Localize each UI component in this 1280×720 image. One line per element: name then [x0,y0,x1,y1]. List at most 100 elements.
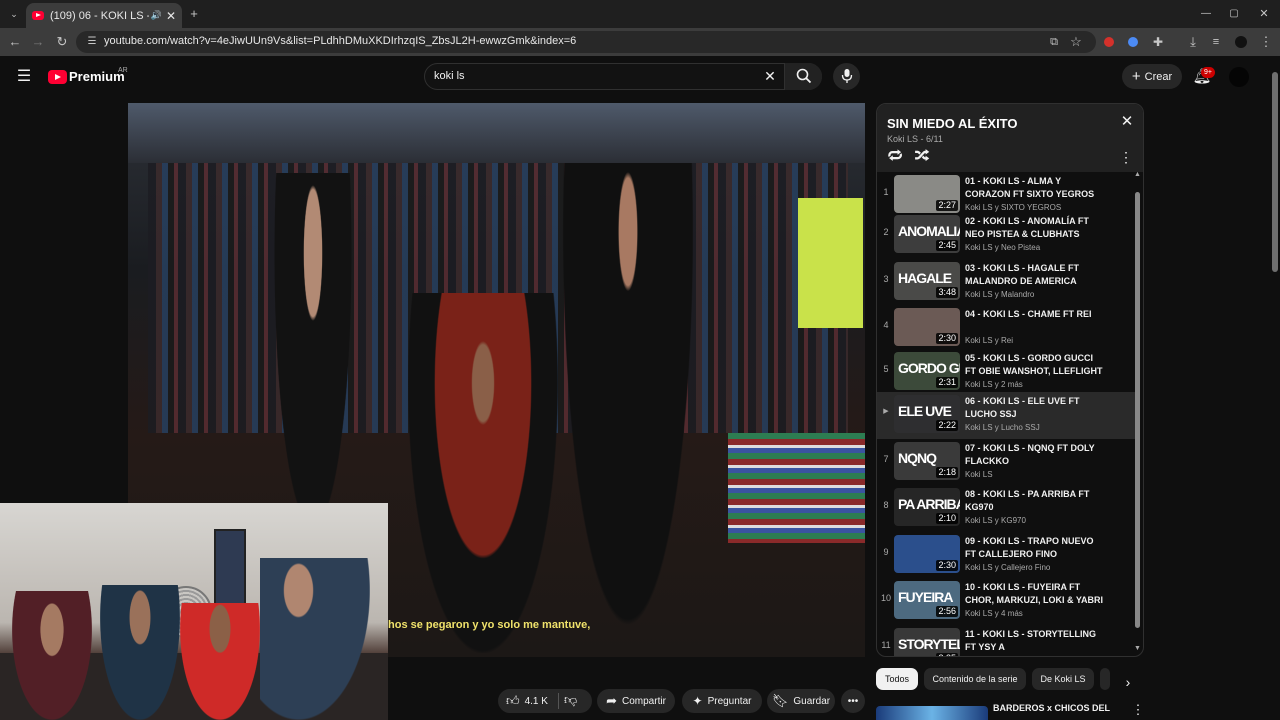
chip-from-channel[interactable]: De Koki LS [1032,668,1094,690]
extension-blue-icon[interactable] [1128,37,1138,47]
voice-search-button[interactable] [833,63,860,90]
playlist-item-title[interactable]: 11 - KOKI LS - STORYTELLING FT YSY A [965,628,1105,654]
playlist-menu-icon[interactable]: ⋮ [1116,147,1136,167]
like-count[interactable]: 4.1 K [525,696,548,707]
playlist-item-title[interactable]: 08 - KOKI LS - PA ARRIBA FT KG970 [965,488,1105,514]
browser-tab[interactable]: (109) 06 - KOKI LS - ELE UVE 🔊 ✕ [26,3,182,28]
next-video-title[interactable]: BARDEROS x CHICOS DEL [993,703,1110,713]
shuffle-icon[interactable]: 🔀︎ [912,147,932,167]
playlist-item-title[interactable]: 01 - KOKI LS - ALMA Y CORAZON FT SIXTO Y… [965,175,1105,201]
profile-avatar[interactable] [1235,36,1247,48]
like-icon[interactable]: 👍︎ [506,693,520,709]
playlist-item-channel[interactable]: Koki LS y Neo Pistea [965,243,1040,252]
extensions-puzzle-icon[interactable]: ✚ [1148,32,1168,52]
tab-close-icon[interactable]: ✕ [166,9,176,23]
playlist-item-title[interactable]: 05 - KOKI LS - GORDO GUCCI FT OBIE WANSH… [965,352,1105,378]
playlist-item[interactable]: 3 HAGALE 3:48 03 - KOKI LS - HAGALE FT MALA… [877,259,1135,306]
search-input[interactable]: koki ls [434,70,465,82]
site-info-icon[interactable]: ☰ [82,32,102,52]
bookmark-star-icon[interactable]: ☆ [1066,32,1086,52]
audio-icon[interactable]: 🔊 [151,10,162,21]
playlist-item-thumbnail[interactable]: NQNQ 2:18 [894,442,960,480]
ask-button[interactable]: ✦ Preguntar [682,689,762,713]
more-actions-button[interactable]: ••• [841,689,865,713]
chrome-menu-icon[interactable]: ⋮ [1256,32,1276,52]
playlist-item-title[interactable]: 02 - KOKI LS - ANOMALÍA FT NEO PISTEA & … [965,215,1105,241]
scroll-up-icon[interactable]: ▲ [1134,171,1141,178]
hamburger-menu-icon[interactable]: ☰ [14,67,34,87]
chip-all[interactable]: Todos [876,668,918,690]
playlist-item-thumbnail[interactable]: PA ARRIBA 2:10 [894,488,960,526]
chip-partial[interactable] [1100,668,1110,690]
playlist-item-thumbnail[interactable]: HAGALE 3:48 [894,262,960,300]
playlist-item-channel[interactable]: Koki LS y Lucho SSJ [965,423,1040,432]
media-controls-icon[interactable]: ≡ [1206,32,1226,52]
chip-series[interactable]: Contenido de la serie [924,668,1026,690]
share-button[interactable]: ➦ Compartir [597,689,675,713]
playlist-item-title[interactable]: 06 - KOKI LS - ELE UVE FT LUCHO SSJ [965,395,1105,421]
playlist-item-thumbnail[interactable]: STORYTELLING2:35 [894,628,960,656]
playlist-item-channel[interactable]: Koki LS y 4 más [965,609,1023,618]
window-close-icon[interactable]: ✕ [1254,4,1274,24]
close-playlist-icon[interactable]: ✕ [1117,112,1137,132]
youtube-premium-logo[interactable]: Premium [69,69,125,84]
playlist-item-thumbnail[interactable]: ANOMALIA 2:45 [894,215,960,253]
playlist-item[interactable]: 10 FUYEIRA 2:56 10 - KOKI LS - FUYEIRA FT C… [877,578,1135,625]
playlist-item-title[interactable]: 07 - KOKI LS - NQNQ FT DOLY FLACKKO [965,442,1105,468]
new-tab-icon[interactable]: + [184,4,204,24]
playlist-item-channel[interactable]: Koki LS y Rei [965,336,1013,345]
next-video-menu-icon[interactable]: ⋮ [1128,700,1148,720]
playlist-title[interactable]: SIN MIEDO AL ÉXITO [887,116,1018,131]
minimize-icon[interactable]: — [1196,4,1216,24]
thumbnail-title-art: ELE UVE [898,403,952,419]
loop-icon[interactable]: 🔁︎ [885,147,905,167]
youtube-logo-icon[interactable] [48,70,67,84]
playlist-item-thumbnail[interactable]: 2:30 [894,535,960,573]
playlist-item[interactable]: 4 2:30 04 - KOKI LS - CHAME FT REI Koki LS … [877,305,1135,352]
region-code: AR [118,67,128,74]
clear-search-icon[interactable]: ✕ [760,66,780,86]
playlist-scrollbar[interactable] [1135,192,1140,628]
playlist-item-title[interactable]: 04 - KOKI LS - CHAME FT REI [965,308,1105,321]
playlist-item-title[interactable]: 03 - KOKI LS - HAGALE FT MALANDRO DE AME… [965,262,1105,288]
playlist-item-channel[interactable]: Koki LS [965,470,993,479]
playlist-item-channel[interactable]: Koki LS y KG970 [965,516,1026,525]
playlist-item[interactable]: 11STORYTELLING2:3511 - KOKI LS - STORYTE… [877,625,1135,656]
maximize-icon[interactable]: ▢ [1224,4,1244,24]
back-icon[interactable]: ← [5,32,25,52]
create-button[interactable]: + Crear [1122,64,1182,89]
dislike-icon[interactable]: 👎︎ [564,692,577,708]
extension-red-icon[interactable] [1104,37,1114,47]
playlist-item-title[interactable]: 10 - KOKI LS - FUYEIRA FT CHOR, MARKUZI,… [965,581,1105,607]
playlist-item-thumbnail[interactable]: 2:27 [894,175,960,213]
playlist-item-index: 5 [883,364,889,374]
install-app-icon[interactable]: ⧉ [1044,32,1064,52]
playlist-item[interactable]: 8 PA ARRIBA 2:10 08 - KOKI LS - PA ARRIBA F… [877,485,1135,532]
page-scrollbar[interactable] [1272,72,1278,272]
playlist-item[interactable]: 5 GORDO GUCCI2:3105 - KOKI LS - GORDO GUC… [877,349,1135,396]
download-icon[interactable]: ⤓ [1183,32,1203,52]
tab-search-icon[interactable]: ⌄ [4,4,24,24]
forward-icon[interactable]: → [28,32,48,52]
playlist-item[interactable]: 7 NQNQ 2:18 07 - KOKI LS - NQNQ FT DOLY FLA… [877,439,1135,486]
playlist-item-channel[interactable]: Koki LS y 2 más [965,380,1023,389]
playlist-item-channel[interactable]: Koki LS y SIXTO YEGROS [965,203,1061,212]
playlist-item[interactable]: ▶ ELE UVE 2:22 06 - KOKI LS - ELE UVE FT LU… [877,392,1135,439]
account-avatar[interactable] [1229,67,1249,87]
chips-next-icon[interactable]: › [1118,672,1138,692]
next-video-thumbnail[interactable] [876,706,988,720]
save-button[interactable]: 🔖︎ Guardar [767,689,835,713]
playlist-subtitle[interactable]: Koki LS - 6/11 [887,134,943,144]
playlist-item-thumbnail[interactable]: ELE UVE 2:22 [894,395,960,433]
playlist-item-thumbnail[interactable]: GORDO GUCCI2:31 [894,352,960,390]
playlist-item-channel[interactable]: Koki LS y Callejero Fino [965,563,1050,572]
search-button[interactable] [784,63,822,90]
reload-icon[interactable]: ↻ [52,32,72,52]
playlist-item-title[interactable]: 09 - KOKI LS - TRAPO NUEVO FT CALLEJERO … [965,535,1105,561]
playlist-item-thumbnail[interactable]: 2:30 [894,308,960,346]
playlist-item[interactable]: 9 2:30 09 - KOKI LS - TRAPO NUEVO FT CALLE… [877,532,1135,579]
playlist-item-channel[interactable]: Koki LS y Malandro [965,290,1034,299]
playlist-item-thumbnail[interactable]: FUYEIRA 2:56 [894,581,960,619]
scroll-down-icon[interactable]: ▼ [1134,645,1141,652]
playlist-item[interactable]: 2 ANOMALIA 2:45 02 - KOKI LS - ANOMALÍA FT … [877,212,1135,259]
